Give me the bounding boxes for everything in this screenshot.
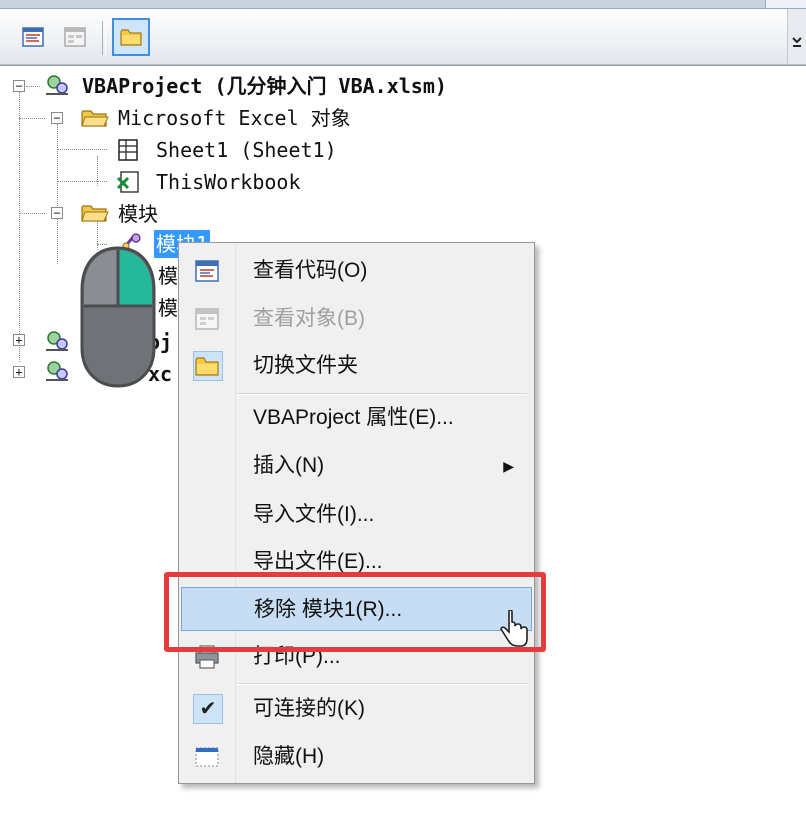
expand-toggle[interactable]: + xyxy=(13,366,25,378)
tree-item-label: Microsoft Excel 对象 xyxy=(118,106,351,130)
menu-item-view-code[interactable]: 查看代码(O) xyxy=(181,249,532,293)
hide-window-icon xyxy=(195,747,219,767)
toggle-folders-button[interactable] xyxy=(112,18,150,56)
highlight-box xyxy=(164,572,546,652)
vba-project-icon xyxy=(46,361,68,381)
menu-item-view-object[interactable]: 查看对象(B) xyxy=(181,297,532,341)
menu-separator xyxy=(237,683,527,685)
tree-item-label: VBAProject (几分钟入门 VBA.xlsm) xyxy=(82,74,447,98)
tree-line xyxy=(19,92,20,362)
menu-item-label: 查看代码(O) xyxy=(253,259,368,282)
workbook-icon xyxy=(116,171,139,193)
vba-project-icon xyxy=(46,75,68,95)
tree-line xyxy=(57,124,58,264)
folder-open-icon xyxy=(81,110,109,127)
menu-item-toggle-folders[interactable]: 切换文件夹 xyxy=(181,344,532,388)
view-code-button[interactable] xyxy=(14,18,52,56)
sheet-icon xyxy=(118,139,138,161)
mouse-pointer-icon xyxy=(500,610,528,647)
expand-toggle[interactable]: + xyxy=(13,334,25,346)
menu-item-label: 插入(N) xyxy=(253,454,325,477)
chevron-down-icon xyxy=(792,37,802,47)
window-corner xyxy=(765,0,806,8)
collapse-toggle[interactable]: − xyxy=(13,80,25,92)
checkmark-icon: ✔ xyxy=(193,694,223,724)
project-explorer-toolbar xyxy=(0,9,806,65)
object-window-icon xyxy=(195,308,219,330)
tree-item-label: 模 xyxy=(158,296,178,320)
tree-line xyxy=(57,149,107,150)
collapse-toggle[interactable]: − xyxy=(51,207,63,219)
menu-item-hide[interactable]: 隐藏(H) xyxy=(181,735,532,779)
object-window-icon xyxy=(64,27,86,47)
tree-line xyxy=(19,118,45,119)
menu-item-label: 可连接的(K) xyxy=(253,697,365,720)
menu-item-insert[interactable]: 插入(N) ▶ xyxy=(181,444,532,488)
toolbar-scrollbar[interactable] xyxy=(787,9,806,64)
menu-item-label: 查看对象(B) xyxy=(253,307,365,330)
menu-item-properties[interactable]: VBAProject 属性(E)... xyxy=(181,396,532,440)
menu-item-label: 隐藏(H) xyxy=(253,745,325,768)
folder-open-icon xyxy=(81,205,109,222)
collapse-toggle[interactable]: − xyxy=(51,112,63,124)
view-object-button[interactable] xyxy=(56,18,94,56)
tree-line xyxy=(26,86,40,87)
menu-item-dockable[interactable]: ✔ 可连接的(K) xyxy=(181,687,532,731)
toolbar-separator xyxy=(102,21,106,55)
tree-item-label: 模 xyxy=(158,264,178,288)
context-menu: 查看代码(O) 查看对象(B) 切换文件夹 VBAProject 属性(E)..… xyxy=(178,242,535,784)
vba-project-icon xyxy=(46,331,68,351)
submenu-arrow-icon: ▶ xyxy=(503,458,514,474)
tree-item-label: 模块 xyxy=(118,202,158,226)
menu-item-label: 导入文件(I)... xyxy=(253,503,375,526)
folder-icon xyxy=(195,357,219,376)
menu-item-label: VBAProject 属性(E)... xyxy=(253,406,454,429)
tree-item-label: ThisWorkbook xyxy=(156,170,301,194)
window-top-edge xyxy=(0,0,806,9)
menu-item-import-file[interactable]: 导入文件(I)... xyxy=(181,493,532,537)
folder-icon xyxy=(120,29,142,46)
tree-line xyxy=(57,181,107,182)
tree-line xyxy=(19,213,45,214)
tree-item-label: Sheet1 (Sheet1) xyxy=(156,138,337,162)
menu-separator xyxy=(237,393,527,395)
code-window-icon xyxy=(195,260,219,282)
code-window-icon xyxy=(22,27,44,47)
menu-item-label: 切换文件夹 xyxy=(253,354,358,377)
mouse-right-click-icon xyxy=(80,246,156,388)
